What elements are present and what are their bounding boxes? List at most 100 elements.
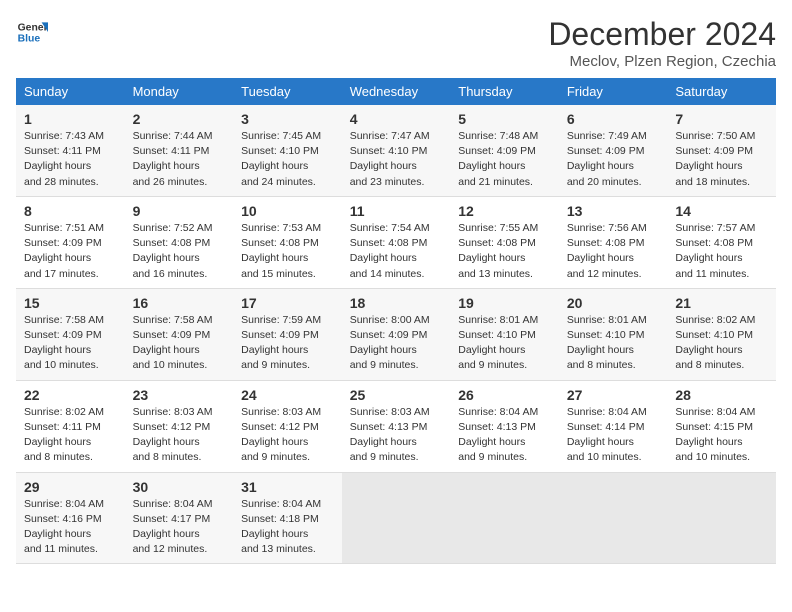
calendar-cell: 19 Sunrise: 8:01 AM Sunset: 4:10 PM Dayl… [450, 288, 559, 380]
day-number: 1 [24, 111, 117, 127]
header-thursday: Thursday [450, 78, 559, 105]
calendar-cell: 8 Sunrise: 7:51 AM Sunset: 4:09 PM Dayli… [16, 196, 125, 288]
day-info: Sunrise: 7:54 AM Sunset: 4:08 PM Dayligh… [350, 221, 443, 282]
day-number: 13 [567, 203, 660, 219]
day-info: Sunrise: 8:04 AM Sunset: 4:14 PM Dayligh… [567, 405, 660, 466]
logo: General Blue [16, 16, 48, 48]
calendar-cell: 26 Sunrise: 8:04 AM Sunset: 4:13 PM Dayl… [450, 380, 559, 472]
day-number: 16 [133, 295, 226, 311]
calendar-cell: 2 Sunrise: 7:44 AM Sunset: 4:11 PM Dayli… [125, 105, 234, 196]
day-info: Sunrise: 7:56 AM Sunset: 4:08 PM Dayligh… [567, 221, 660, 282]
calendar-cell: 18 Sunrise: 8:00 AM Sunset: 4:09 PM Dayl… [342, 288, 451, 380]
day-number: 15 [24, 295, 117, 311]
logo-icon: General Blue [16, 16, 48, 48]
day-number: 3 [241, 111, 334, 127]
day-number: 26 [458, 387, 551, 403]
day-number: 27 [567, 387, 660, 403]
day-number: 10 [241, 203, 334, 219]
header: General Blue December 2024 Meclov, Plzen… [16, 16, 776, 70]
calendar-cell: 25 Sunrise: 8:03 AM Sunset: 4:13 PM Dayl… [342, 380, 451, 472]
day-number: 22 [24, 387, 117, 403]
day-info: Sunrise: 7:50 AM Sunset: 4:09 PM Dayligh… [675, 129, 768, 190]
calendar-cell: 10 Sunrise: 7:53 AM Sunset: 4:08 PM Dayl… [233, 196, 342, 288]
calendar-cell: 22 Sunrise: 8:02 AM Sunset: 4:11 PM Dayl… [16, 380, 125, 472]
calendar-cell [342, 472, 451, 564]
day-info: Sunrise: 7:58 AM Sunset: 4:09 PM Dayligh… [133, 313, 226, 374]
calendar-cell: 20 Sunrise: 8:01 AM Sunset: 4:10 PM Dayl… [559, 288, 668, 380]
calendar-cell: 9 Sunrise: 7:52 AM Sunset: 4:08 PM Dayli… [125, 196, 234, 288]
day-number: 17 [241, 295, 334, 311]
day-info: Sunrise: 7:58 AM Sunset: 4:09 PM Dayligh… [24, 313, 117, 374]
day-info: Sunrise: 8:00 AM Sunset: 4:09 PM Dayligh… [350, 313, 443, 374]
week-row-5: 29 Sunrise: 8:04 AM Sunset: 4:16 PM Dayl… [16, 472, 776, 564]
month-title: December 2024 [548, 16, 776, 53]
day-number: 24 [241, 387, 334, 403]
calendar-cell: 3 Sunrise: 7:45 AM Sunset: 4:10 PM Dayli… [233, 105, 342, 196]
title-section: December 2024 Meclov, Plzen Region, Czec… [548, 16, 776, 70]
calendar-cell: 29 Sunrise: 8:04 AM Sunset: 4:16 PM Dayl… [16, 472, 125, 564]
day-info: Sunrise: 7:49 AM Sunset: 4:09 PM Dayligh… [567, 129, 660, 190]
day-info: Sunrise: 8:04 AM Sunset: 4:13 PM Dayligh… [458, 405, 551, 466]
day-info: Sunrise: 7:52 AM Sunset: 4:08 PM Dayligh… [133, 221, 226, 282]
location-subtitle: Meclov, Plzen Region, Czechia [548, 53, 776, 70]
day-info: Sunrise: 8:01 AM Sunset: 4:10 PM Dayligh… [458, 313, 551, 374]
header-tuesday: Tuesday [233, 78, 342, 105]
header-sunday: Sunday [16, 78, 125, 105]
calendar-cell [559, 472, 668, 564]
header-monday: Monday [125, 78, 234, 105]
day-info: Sunrise: 7:47 AM Sunset: 4:10 PM Dayligh… [350, 129, 443, 190]
calendar-cell: 5 Sunrise: 7:48 AM Sunset: 4:09 PM Dayli… [450, 105, 559, 196]
calendar-cell: 21 Sunrise: 8:02 AM Sunset: 4:10 PM Dayl… [667, 288, 776, 380]
day-number: 8 [24, 203, 117, 219]
day-info: Sunrise: 8:04 AM Sunset: 4:17 PM Dayligh… [133, 497, 226, 558]
day-info: Sunrise: 7:44 AM Sunset: 4:11 PM Dayligh… [133, 129, 226, 190]
day-info: Sunrise: 7:57 AM Sunset: 4:08 PM Dayligh… [675, 221, 768, 282]
calendar-cell: 15 Sunrise: 7:58 AM Sunset: 4:09 PM Dayl… [16, 288, 125, 380]
day-info: Sunrise: 8:01 AM Sunset: 4:10 PM Dayligh… [567, 313, 660, 374]
day-info: Sunrise: 7:43 AM Sunset: 4:11 PM Dayligh… [24, 129, 117, 190]
day-info: Sunrise: 7:51 AM Sunset: 4:09 PM Dayligh… [24, 221, 117, 282]
week-row-1: 1 Sunrise: 7:43 AM Sunset: 4:11 PM Dayli… [16, 105, 776, 196]
calendar-cell: 24 Sunrise: 8:03 AM Sunset: 4:12 PM Dayl… [233, 380, 342, 472]
day-info: Sunrise: 7:59 AM Sunset: 4:09 PM Dayligh… [241, 313, 334, 374]
calendar-cell: 4 Sunrise: 7:47 AM Sunset: 4:10 PM Dayli… [342, 105, 451, 196]
day-info: Sunrise: 8:04 AM Sunset: 4:18 PM Dayligh… [241, 497, 334, 558]
day-number: 4 [350, 111, 443, 127]
calendar-cell [450, 472, 559, 564]
day-number: 19 [458, 295, 551, 311]
calendar-cell: 14 Sunrise: 7:57 AM Sunset: 4:08 PM Dayl… [667, 196, 776, 288]
day-info: Sunrise: 7:45 AM Sunset: 4:10 PM Dayligh… [241, 129, 334, 190]
calendar-cell: 28 Sunrise: 8:04 AM Sunset: 4:15 PM Dayl… [667, 380, 776, 472]
day-info: Sunrise: 7:55 AM Sunset: 4:08 PM Dayligh… [458, 221, 551, 282]
header-saturday: Saturday [667, 78, 776, 105]
day-info: Sunrise: 8:02 AM Sunset: 4:10 PM Dayligh… [675, 313, 768, 374]
day-info: Sunrise: 8:02 AM Sunset: 4:11 PM Dayligh… [24, 405, 117, 466]
calendar-cell: 11 Sunrise: 7:54 AM Sunset: 4:08 PM Dayl… [342, 196, 451, 288]
calendar-cell: 13 Sunrise: 7:56 AM Sunset: 4:08 PM Dayl… [559, 196, 668, 288]
day-number: 30 [133, 479, 226, 495]
day-number: 18 [350, 295, 443, 311]
calendar-cell: 6 Sunrise: 7:49 AM Sunset: 4:09 PM Dayli… [559, 105, 668, 196]
day-number: 11 [350, 203, 443, 219]
calendar-cell: 30 Sunrise: 8:04 AM Sunset: 4:17 PM Dayl… [125, 472, 234, 564]
day-number: 28 [675, 387, 768, 403]
calendar-cell: 16 Sunrise: 7:58 AM Sunset: 4:09 PM Dayl… [125, 288, 234, 380]
day-info: Sunrise: 8:03 AM Sunset: 4:12 PM Dayligh… [133, 405, 226, 466]
day-info: Sunrise: 7:53 AM Sunset: 4:08 PM Dayligh… [241, 221, 334, 282]
calendar-cell: 1 Sunrise: 7:43 AM Sunset: 4:11 PM Dayli… [16, 105, 125, 196]
calendar-cell: 27 Sunrise: 8:04 AM Sunset: 4:14 PM Dayl… [559, 380, 668, 472]
day-info: Sunrise: 7:48 AM Sunset: 4:09 PM Dayligh… [458, 129, 551, 190]
day-number: 25 [350, 387, 443, 403]
calendar-cell: 12 Sunrise: 7:55 AM Sunset: 4:08 PM Dayl… [450, 196, 559, 288]
day-info: Sunrise: 8:03 AM Sunset: 4:12 PM Dayligh… [241, 405, 334, 466]
day-number: 20 [567, 295, 660, 311]
day-number: 6 [567, 111, 660, 127]
header-wednesday: Wednesday [342, 78, 451, 105]
day-number: 29 [24, 479, 117, 495]
day-number: 12 [458, 203, 551, 219]
calendar-cell: 31 Sunrise: 8:04 AM Sunset: 4:18 PM Dayl… [233, 472, 342, 564]
day-info: Sunrise: 8:04 AM Sunset: 4:15 PM Dayligh… [675, 405, 768, 466]
calendar-cell: 7 Sunrise: 7:50 AM Sunset: 4:09 PM Dayli… [667, 105, 776, 196]
day-info: Sunrise: 8:03 AM Sunset: 4:13 PM Dayligh… [350, 405, 443, 466]
days-header-row: SundayMondayTuesdayWednesdayThursdayFrid… [16, 78, 776, 105]
